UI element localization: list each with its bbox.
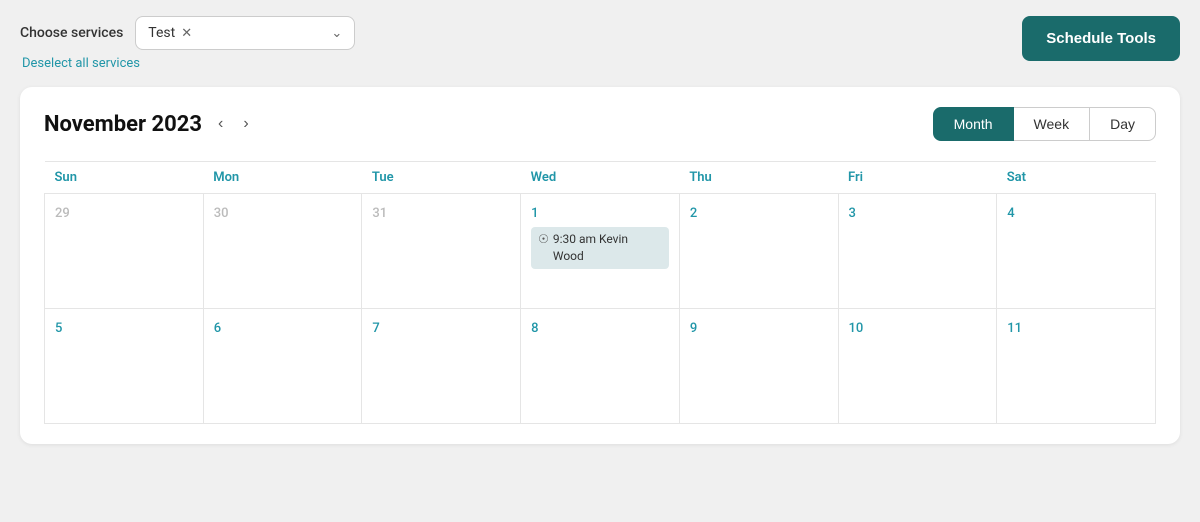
deselect-all-link[interactable]: Deselect all services [22,56,355,71]
view-buttons: Month Week Day [933,107,1156,141]
day-cell[interactable]: 8 [521,309,680,424]
top-left-section: Choose services Test ✕ ⌄ Deselect all se… [20,16,355,71]
day-number: 10 [849,321,864,336]
day-number: 8 [531,321,538,336]
day-number: 11 [1007,321,1022,336]
day-cell[interactable]: 29 [45,194,204,309]
day-number: 29 [55,206,70,221]
calendar-header: November 2023 ‹ › Month Week Day [44,107,1156,141]
day-cell[interactable]: 10 [838,309,997,424]
day-number: 4 [1007,206,1014,221]
day-number: 1 [531,206,538,221]
day-cell[interactable]: 6 [203,309,362,424]
calendar-title-row: November 2023 ‹ › [44,112,253,137]
col-tue: Tue [362,162,521,194]
day-number: 7 [372,321,379,336]
col-sat: Sat [997,162,1156,194]
service-dropdown[interactable]: Test ✕ ⌄ [135,16,355,50]
col-sun: Sun [45,162,204,194]
service-tag: Test ✕ [148,25,192,41]
day-number: 3 [849,206,856,221]
event-check-icon: ☉ [538,232,549,246]
calendar-card: November 2023 ‹ › Month Week Day Sun Mon… [20,87,1180,444]
day-cell[interactable]: 2 [679,194,838,309]
col-thu: Thu [679,162,838,194]
day-number: 31 [372,206,387,221]
col-wed: Wed [521,162,680,194]
day-cell[interactable]: 4 [997,194,1156,309]
col-fri: Fri [838,162,997,194]
week-view-button[interactable]: Week [1014,107,1091,141]
day-number: 9 [690,321,697,336]
service-tag-text: Test [148,25,175,41]
day-cell[interactable]: 5 [45,309,204,424]
event-text: 9:30 am Kevin Wood [553,231,662,265]
table-row: 5 6 7 8 9 10 11 [45,309,1156,424]
day-cell[interactable]: 30 [203,194,362,309]
day-cell[interactable]: 7 [362,309,521,424]
month-view-button[interactable]: Month [933,107,1014,141]
calendar-grid: Sun Mon Tue Wed Thu Fri Sat 29 30 31 [44,161,1156,424]
calendar-thead: Sun Mon Tue Wed Thu Fri Sat [45,162,1156,194]
schedule-tools-button[interactable]: Schedule Tools [1022,16,1180,61]
service-row: Choose services Test ✕ ⌄ [20,16,355,50]
next-month-button[interactable]: › [239,113,252,135]
day-view-button[interactable]: Day [1090,107,1156,141]
weekday-header-row: Sun Mon Tue Wed Thu Fri Sat [45,162,1156,194]
remove-service-icon[interactable]: ✕ [181,26,192,41]
calendar-tbody: 29 30 31 1 ☉ 9:30 am Kevin Wood 2 [45,194,1156,424]
event-block[interactable]: ☉ 9:30 am Kevin Wood [531,227,669,269]
day-number: 2 [690,206,697,221]
calendar-title: November 2023 [44,112,202,137]
top-bar: Choose services Test ✕ ⌄ Deselect all se… [20,16,1180,71]
day-number: 30 [214,206,229,221]
chevron-down-icon: ⌄ [331,26,342,41]
prev-month-button[interactable]: ‹ [214,113,227,135]
day-number: 5 [55,321,62,336]
day-cell[interactable]: 3 [838,194,997,309]
day-cell[interactable]: 11 [997,309,1156,424]
day-cell[interactable]: 31 [362,194,521,309]
table-row: 29 30 31 1 ☉ 9:30 am Kevin Wood 2 [45,194,1156,309]
day-cell[interactable]: 1 ☉ 9:30 am Kevin Wood [521,194,680,309]
col-mon: Mon [203,162,362,194]
day-cell[interactable]: 9 [679,309,838,424]
choose-services-label: Choose services [20,25,123,41]
day-number: 6 [214,321,221,336]
